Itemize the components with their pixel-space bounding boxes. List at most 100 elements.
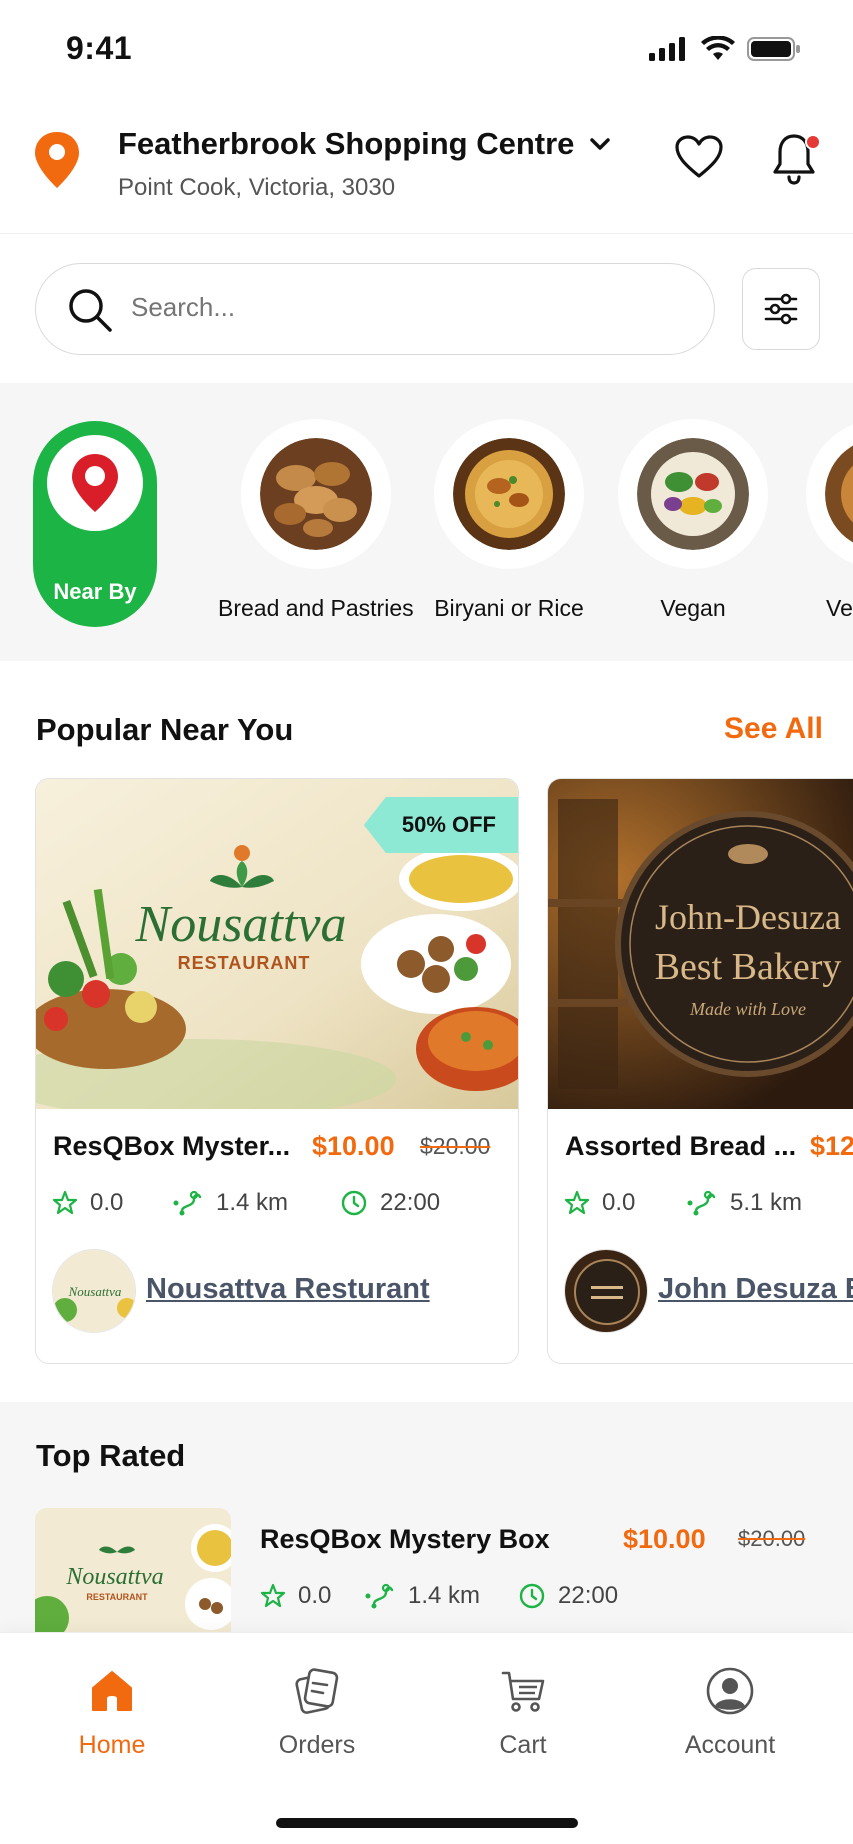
card-title: Assorted Bread ... [565, 1131, 797, 1161]
biryani-image [453, 438, 565, 550]
category-bread-and-pastries[interactable]: Bread and Pastries [218, 419, 414, 622]
card-price: $12 [810, 1131, 853, 1161]
see-all-link[interactable]: See All [724, 712, 823, 746]
category-near-by[interactable]: Near By [33, 421, 157, 627]
category-label: Vegan [660, 595, 726, 621]
popular-card[interactable]: Nousattva RESTAURANT 50% OFF ResQBox Mys… [35, 778, 519, 1364]
card-image: Nousattva RESTAURANT 50% OFF [36, 779, 518, 1119]
rating: 0.0 [52, 1189, 123, 1217]
category-image-ring [806, 419, 853, 569]
search-input[interactable] [131, 292, 651, 323]
bottom-navigation: Home Orders Cart Account [0, 1632, 853, 1844]
card-title: ResQBox Myster... [53, 1131, 291, 1161]
nav-label: Cart [499, 1731, 547, 1759]
star-icon [260, 1583, 286, 1608]
location-subtitle: Point Cook, Victoria, 3030 [118, 174, 396, 201]
card-price: $10.00 [312, 1131, 395, 1161]
category-image-ring [434, 419, 584, 569]
home-indicator [276, 1818, 578, 1828]
rating: 0.0 [564, 1189, 635, 1217]
wifi-icon [701, 36, 735, 60]
home-icon [92, 1671, 132, 1711]
card-image: John-Desuza Best Bakery Made with Love [548, 779, 853, 1109]
store-link[interactable]: Nousattva Resturant [146, 1273, 430, 1306]
thumb-sub-text: RESTAURANT [86, 1592, 148, 1602]
distance-value: 1.4 km [216, 1189, 289, 1216]
time-value: 22:00 [380, 1189, 441, 1216]
chevron-down-icon[interactable] [586, 134, 614, 154]
search-bar[interactable] [35, 263, 715, 355]
near-by-icon-circle [47, 435, 143, 531]
nav-cart[interactable]: Cart [453, 1663, 593, 1760]
store-avatar [564, 1249, 648, 1333]
category-image-ring [240, 419, 391, 569]
category-label: Biryani or Rice [434, 595, 584, 621]
bakery-sign-image: John-Desuza Best Bakery Made with Love [548, 779, 853, 1109]
status-time: 9:41 [66, 30, 133, 66]
category-image-ring [618, 419, 768, 569]
status-bar: 9:41 [0, 0, 853, 100]
category-partial[interactable]: Ve [806, 419, 853, 622]
vegan-bowl-image [637, 438, 749, 550]
sign-line-3: Made with Love [689, 999, 806, 1019]
banner-sub-text: RESTAURANT [178, 953, 311, 973]
category-label: Near By [53, 579, 137, 604]
category-vegan[interactable]: Vegan [618, 419, 768, 622]
time-value: 22:00 [558, 1582, 619, 1609]
nav-label: Home [78, 1731, 146, 1759]
star-icon [564, 1190, 590, 1215]
top-rated-distance: 1.4 km [364, 1582, 480, 1610]
filter-button[interactable] [742, 268, 820, 350]
nav-home[interactable]: Home [42, 1663, 182, 1760]
top-rated-item-title[interactable]: ResQBox Mystery Box [260, 1524, 550, 1555]
popular-section-title: Popular Near You [36, 712, 294, 747]
discount-badge: 50% OFF [363, 797, 518, 853]
location-pin-icon [35, 132, 79, 188]
location-title[interactable]: Featherbrook Shopping Centre [118, 126, 574, 162]
top-rated-thumbnail[interactable]: Nousattva RESTAURANT [35, 1508, 231, 1632]
top-rated-title: Top Rated [36, 1438, 186, 1473]
cart-icon [501, 1671, 545, 1712]
route-icon [173, 1190, 202, 1216]
rating-value: 0.0 [602, 1189, 636, 1216]
category-label: Bread and Pastries [218, 595, 414, 621]
top-rated-rating: 0.0 [260, 1582, 331, 1610]
banner-brand-text: Nousattva [135, 896, 347, 953]
heart-icon[interactable] [674, 134, 724, 180]
avatar-brand-text: Nousattva [68, 1284, 122, 1299]
nav-label: Account [684, 1731, 776, 1759]
distance: 5.1 km [686, 1189, 802, 1217]
thumb-brand-text: Nousattva [65, 1564, 163, 1590]
top-rated-time: 22:00 [518, 1582, 618, 1610]
status-icons [649, 36, 801, 62]
location-pin-icon [72, 454, 118, 512]
notification-dot [805, 134, 821, 150]
account-icon [706, 1667, 754, 1715]
store-link[interactable]: John Desuza Be [658, 1273, 853, 1306]
nav-account[interactable]: Account [660, 1663, 800, 1760]
location-header: Featherbrook Shopping Centre Point Cook,… [0, 110, 853, 234]
category-strip: Near By Bread and Pastries Biryani or Ri… [0, 383, 853, 661]
popular-card[interactable]: John-Desuza Best Bakery Made with Love A… [547, 778, 853, 1364]
category-biryani-or-rice[interactable]: Biryani or Rice [434, 419, 584, 622]
nav-label: Orders [278, 1731, 356, 1759]
route-icon [365, 1583, 394, 1609]
signal-icon [649, 37, 685, 61]
distance-value: 5.1 km [730, 1189, 803, 1216]
sliders-icon [764, 293, 798, 325]
distance: 1.4 km [172, 1189, 288, 1217]
rating-value: 0.0 [90, 1189, 124, 1216]
route-icon [687, 1190, 716, 1216]
sign-line-1: John-Desuza [655, 897, 841, 937]
top-rated-item-price: $10.00 [623, 1524, 706, 1554]
partial-category-image [825, 445, 853, 543]
star-icon [52, 1190, 78, 1215]
sign-line-2: Best Bakery [655, 946, 842, 988]
clock-icon [519, 1583, 545, 1609]
search-icon [69, 289, 112, 332]
store-avatar: Nousattva [52, 1249, 136, 1333]
nav-orders[interactable]: Orders [247, 1663, 387, 1760]
orders-icon [295, 1668, 339, 1714]
bread-image [259, 438, 372, 550]
rating-value: 0.0 [298, 1582, 332, 1609]
